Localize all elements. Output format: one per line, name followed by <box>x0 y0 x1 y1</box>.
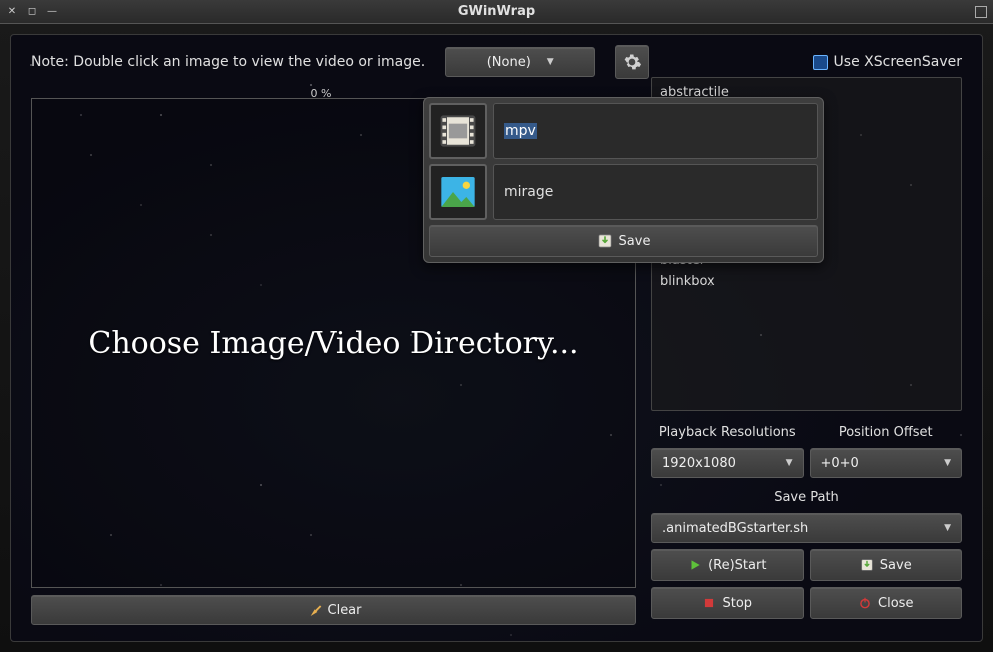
window-title: GWinWrap <box>0 4 993 19</box>
video-player-thumb[interactable] <box>429 103 487 159</box>
image-viewer-field[interactable]: mirage <box>493 164 818 220</box>
list-item[interactable]: blinkbox <box>652 271 961 292</box>
restart-button[interactable]: (Re)Start <box>651 549 804 581</box>
video-player-field[interactable]: mpv <box>493 103 818 159</box>
restart-button-label: (Re)Start <box>708 558 766 573</box>
close-button-label: Close <box>878 596 913 611</box>
film-icon <box>436 109 480 153</box>
save-icon <box>597 233 613 249</box>
use-xscreensaver-checkbox[interactable]: Use XScreenSaver <box>813 54 962 70</box>
save-path-label: Save Path <box>651 488 962 507</box>
window-close-icon[interactable]: ✕ <box>6 6 18 17</box>
source-selector-value: (None) <box>487 55 531 70</box>
save-button-label: Save <box>880 558 912 573</box>
use-xscreensaver-label: Use XScreenSaver <box>834 54 962 70</box>
broom-icon <box>306 602 322 618</box>
save-path-value: .animatedBGstarter.sh <box>662 521 808 536</box>
chevron-down-icon: ▼ <box>786 458 793 468</box>
settings-button[interactable] <box>615 45 649 79</box>
picture-icon <box>438 172 478 212</box>
checkbox-box <box>813 55 828 70</box>
close-button[interactable]: Close <box>810 587 963 619</box>
chevron-down-icon: ▼ <box>547 57 554 67</box>
save-icon <box>860 558 874 572</box>
resolution-selector[interactable]: 1920x1080 ▼ <box>651 448 804 478</box>
stop-icon <box>702 596 716 610</box>
directory-chooser-label: Choose Image/Video Directory... <box>88 326 578 361</box>
image-viewer-thumb[interactable] <box>429 164 487 220</box>
playback-resolutions-label: Playback Resolutions <box>651 423 804 442</box>
clear-button-label: Clear <box>328 603 362 618</box>
offset-selector[interactable]: +0+0 ▼ <box>810 448 963 478</box>
gear-icon <box>622 52 642 72</box>
play-icon <box>688 558 702 572</box>
position-offset-label: Position Offset <box>810 423 963 442</box>
save-button[interactable]: Save <box>810 549 963 581</box>
window-maximize-icon[interactable] <box>975 6 987 18</box>
stop-button[interactable]: Stop <box>651 587 804 619</box>
resolution-value: 1920x1080 <box>662 456 736 471</box>
window-minimize-icon[interactable]: — <box>46 6 58 17</box>
chevron-down-icon: ▼ <box>944 523 951 533</box>
chevron-down-icon: ▼ <box>944 458 951 468</box>
popup-save-label: Save <box>619 234 651 249</box>
window-restore-icon[interactable]: ◻ <box>26 6 38 17</box>
offset-value: +0+0 <box>821 456 859 471</box>
clear-button[interactable]: Clear <box>31 595 636 625</box>
popup-save-button[interactable]: Save <box>429 225 818 257</box>
stop-button-label: Stop <box>722 596 752 611</box>
video-player-value: mpv <box>504 123 537 139</box>
note-label: Note: Double click an image to view the … <box>31 54 425 70</box>
settings-popup: mpv mirage Save <box>423 97 824 263</box>
source-selector[interactable]: (None) ▼ <box>445 47 595 77</box>
image-viewer-value: mirage <box>504 184 553 200</box>
power-icon <box>858 596 872 610</box>
save-path-selector[interactable]: .animatedBGstarter.sh ▼ <box>651 513 962 543</box>
